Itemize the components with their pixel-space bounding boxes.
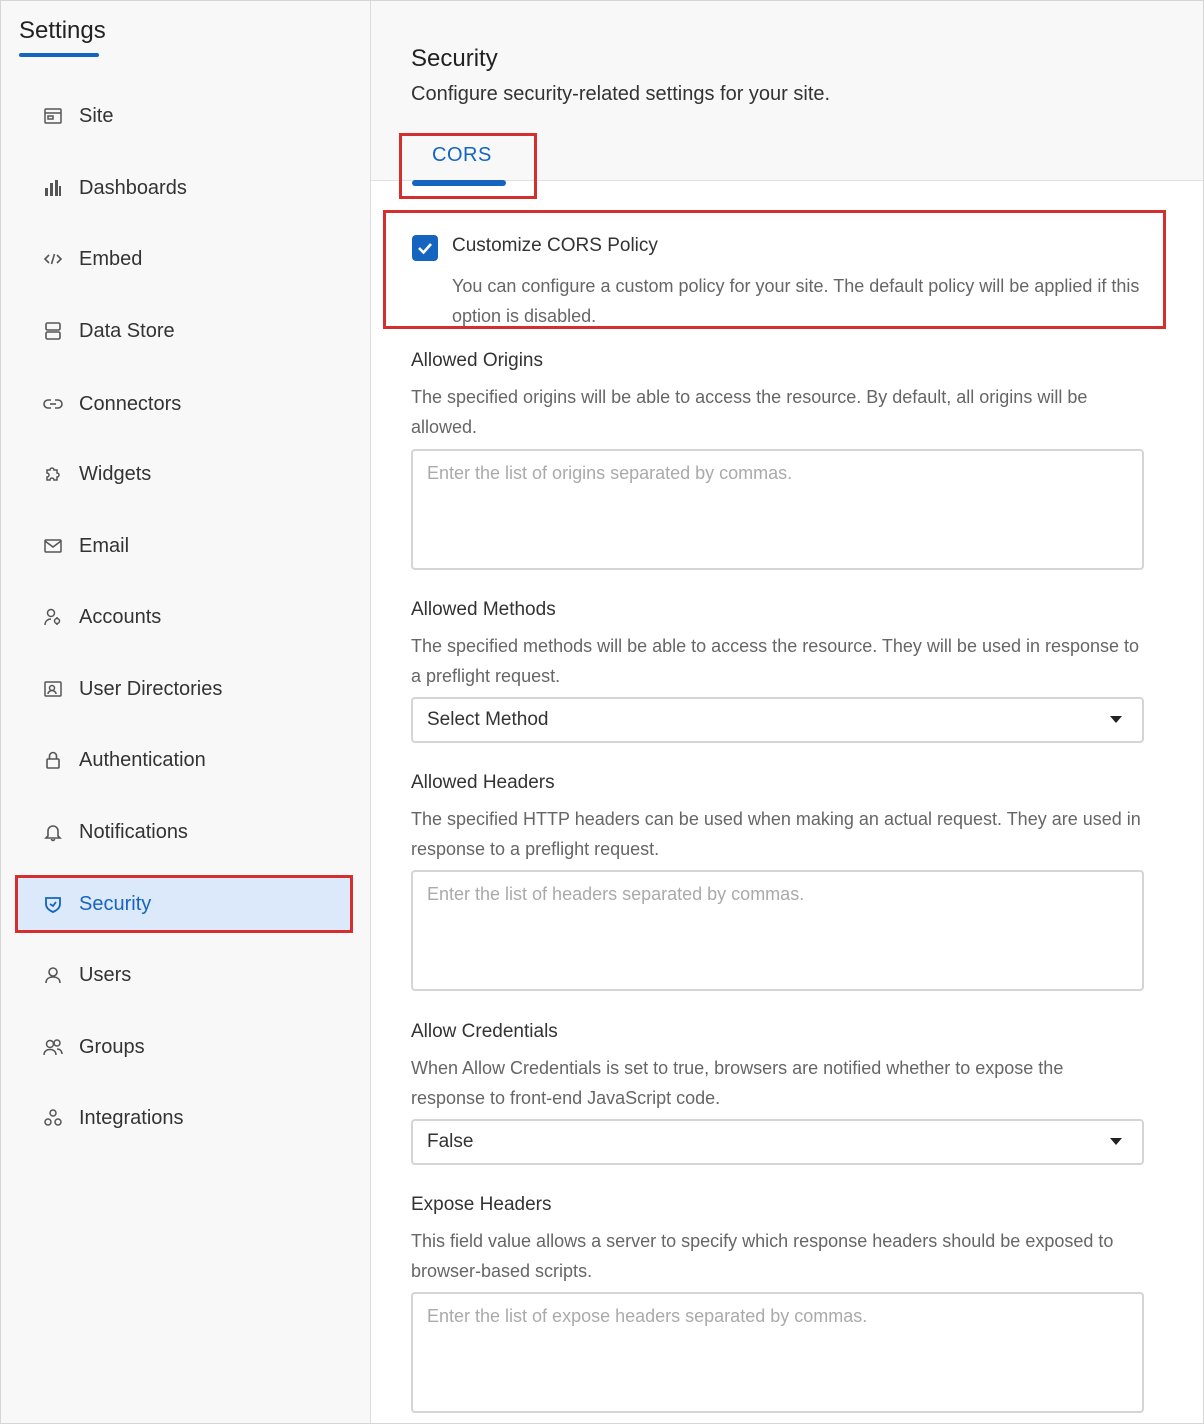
expose-headers-label: Expose Headers (411, 1194, 552, 1215)
customize-cors-description: You can configure a custom policy for yo… (452, 276, 1140, 326)
sidebar-item-label: Authentication (79, 748, 206, 771)
sidebar-item-notifications[interactable]: Notifications (17, 805, 351, 859)
tab-label: CORS (432, 144, 492, 166)
sidebar-item-label: Connectors (79, 392, 182, 415)
expose-headers-description: This field value allows a server to spec… (411, 1231, 1114, 1281)
sidebar-item-label: Integrations (79, 1106, 184, 1129)
allowed-methods-description: The specified methods will be able to ac… (411, 636, 1140, 686)
link-icon (41, 392, 65, 416)
shield-icon (41, 892, 65, 916)
sidebar-item-label: Dashboards (79, 176, 187, 199)
sidebar-item-user-directories[interactable]: User Directories (17, 662, 351, 716)
customize-cors-checkbox[interactable] (412, 235, 438, 261)
sidebar-item-label: Widgets (79, 462, 152, 485)
allowed-methods-label: Allowed Methods (411, 599, 556, 620)
puzzle-icon (41, 462, 65, 486)
page-title: Security (411, 45, 498, 72)
database-icon (41, 319, 65, 343)
allowed-origins-label: Allowed Origins (411, 350, 543, 371)
sidebar-item-connectors[interactable]: Connectors (17, 377, 351, 431)
sidebar-item-label: Accounts (79, 605, 162, 628)
sidebar-item-label: Notifications (79, 820, 188, 843)
select-value: False (427, 1131, 474, 1152)
sidebar-item-email[interactable]: Email (17, 519, 351, 573)
sidebar-item-label: Site (79, 104, 114, 127)
sidebar-title: Settings (19, 17, 106, 44)
allowed-methods-select[interactable]: Select Method (411, 697, 1144, 743)
cors-policy-section: Customize CORS Policy You can configure … (383, 210, 1166, 329)
sidebar-item-groups[interactable]: Groups (17, 1020, 351, 1074)
mail-icon (41, 534, 65, 558)
sidebar-item-authentication[interactable]: Authentication (17, 733, 351, 787)
tab-cors[interactable]: CORS (399, 133, 537, 199)
select-value: Select Method (427, 709, 549, 730)
allowed-origins-input[interactable] (411, 449, 1144, 570)
sidebar-item-site[interactable]: Site (17, 89, 351, 143)
sidebar-item-accounts[interactable]: Accounts (17, 590, 351, 644)
sidebar-item-data-store[interactable]: Data Store (17, 304, 351, 358)
sidebar-item-label: User Directories (79, 677, 223, 700)
check-icon (418, 243, 432, 255)
dashboards-icon (41, 176, 65, 200)
integrations-icon (41, 1106, 65, 1130)
allowed-headers-description: The specified HTTP headers can be used w… (411, 809, 1141, 859)
allow-credentials-label: Allow Credentials (411, 1021, 558, 1042)
page-header: Security Configure security-related sett… (371, 1, 1203, 199)
allowed-headers-label: Allowed Headers (411, 772, 555, 793)
accounts-icon (41, 605, 65, 629)
allow-credentials-description: When Allow Credentials is set to true, b… (411, 1058, 1064, 1108)
sidebar-item-label: Email (79, 534, 130, 557)
group-icon (41, 1035, 65, 1059)
allowed-origins-description: The specified origins will be able to ac… (411, 387, 1088, 437)
code-icon (41, 247, 65, 271)
sidebar-item-embed[interactable]: Embed (17, 232, 351, 286)
main-content: Security Configure security-related sett… (371, 1, 1203, 1423)
sidebar-item-users[interactable]: Users (17, 948, 351, 1002)
sidebar-item-label: Groups (79, 1035, 145, 1058)
caret-down-icon (1110, 1138, 1122, 1145)
bell-icon (41, 820, 65, 844)
sidebar-item-label: Security (79, 892, 152, 915)
allow-credentials-select[interactable]: False (411, 1119, 1144, 1165)
sidebar: Settings Site Dashboards Embed Data Stor… (1, 1, 371, 1423)
sidebar-item-dashboards[interactable]: Dashboards (17, 161, 351, 215)
settings-window: Settings Site Dashboards Embed Data Stor… (0, 0, 1204, 1424)
customize-cors-label: Customize CORS Policy (452, 235, 658, 256)
sidebar-item-widgets[interactable]: Widgets (17, 447, 351, 501)
sidebar-item-label: Embed (79, 247, 143, 270)
lock-icon (41, 748, 65, 772)
sidebar-item-label: Data Store (79, 319, 175, 342)
allowed-headers-input[interactable] (411, 870, 1144, 991)
active-tab-indicator (412, 180, 506, 186)
sidebar-item-integrations[interactable]: Integrations (17, 1091, 351, 1145)
site-icon (41, 104, 65, 128)
caret-down-icon (1110, 716, 1122, 723)
sidebar-title-underline (19, 53, 99, 57)
user-icon (41, 963, 65, 987)
contact-card-icon (41, 677, 65, 701)
expose-headers-input[interactable] (411, 1292, 1144, 1413)
sidebar-item-security[interactable]: Security (15, 875, 353, 933)
page-subtitle: Configure security-related settings for … (411, 83, 831, 105)
sidebar-item-label: Users (79, 963, 132, 986)
